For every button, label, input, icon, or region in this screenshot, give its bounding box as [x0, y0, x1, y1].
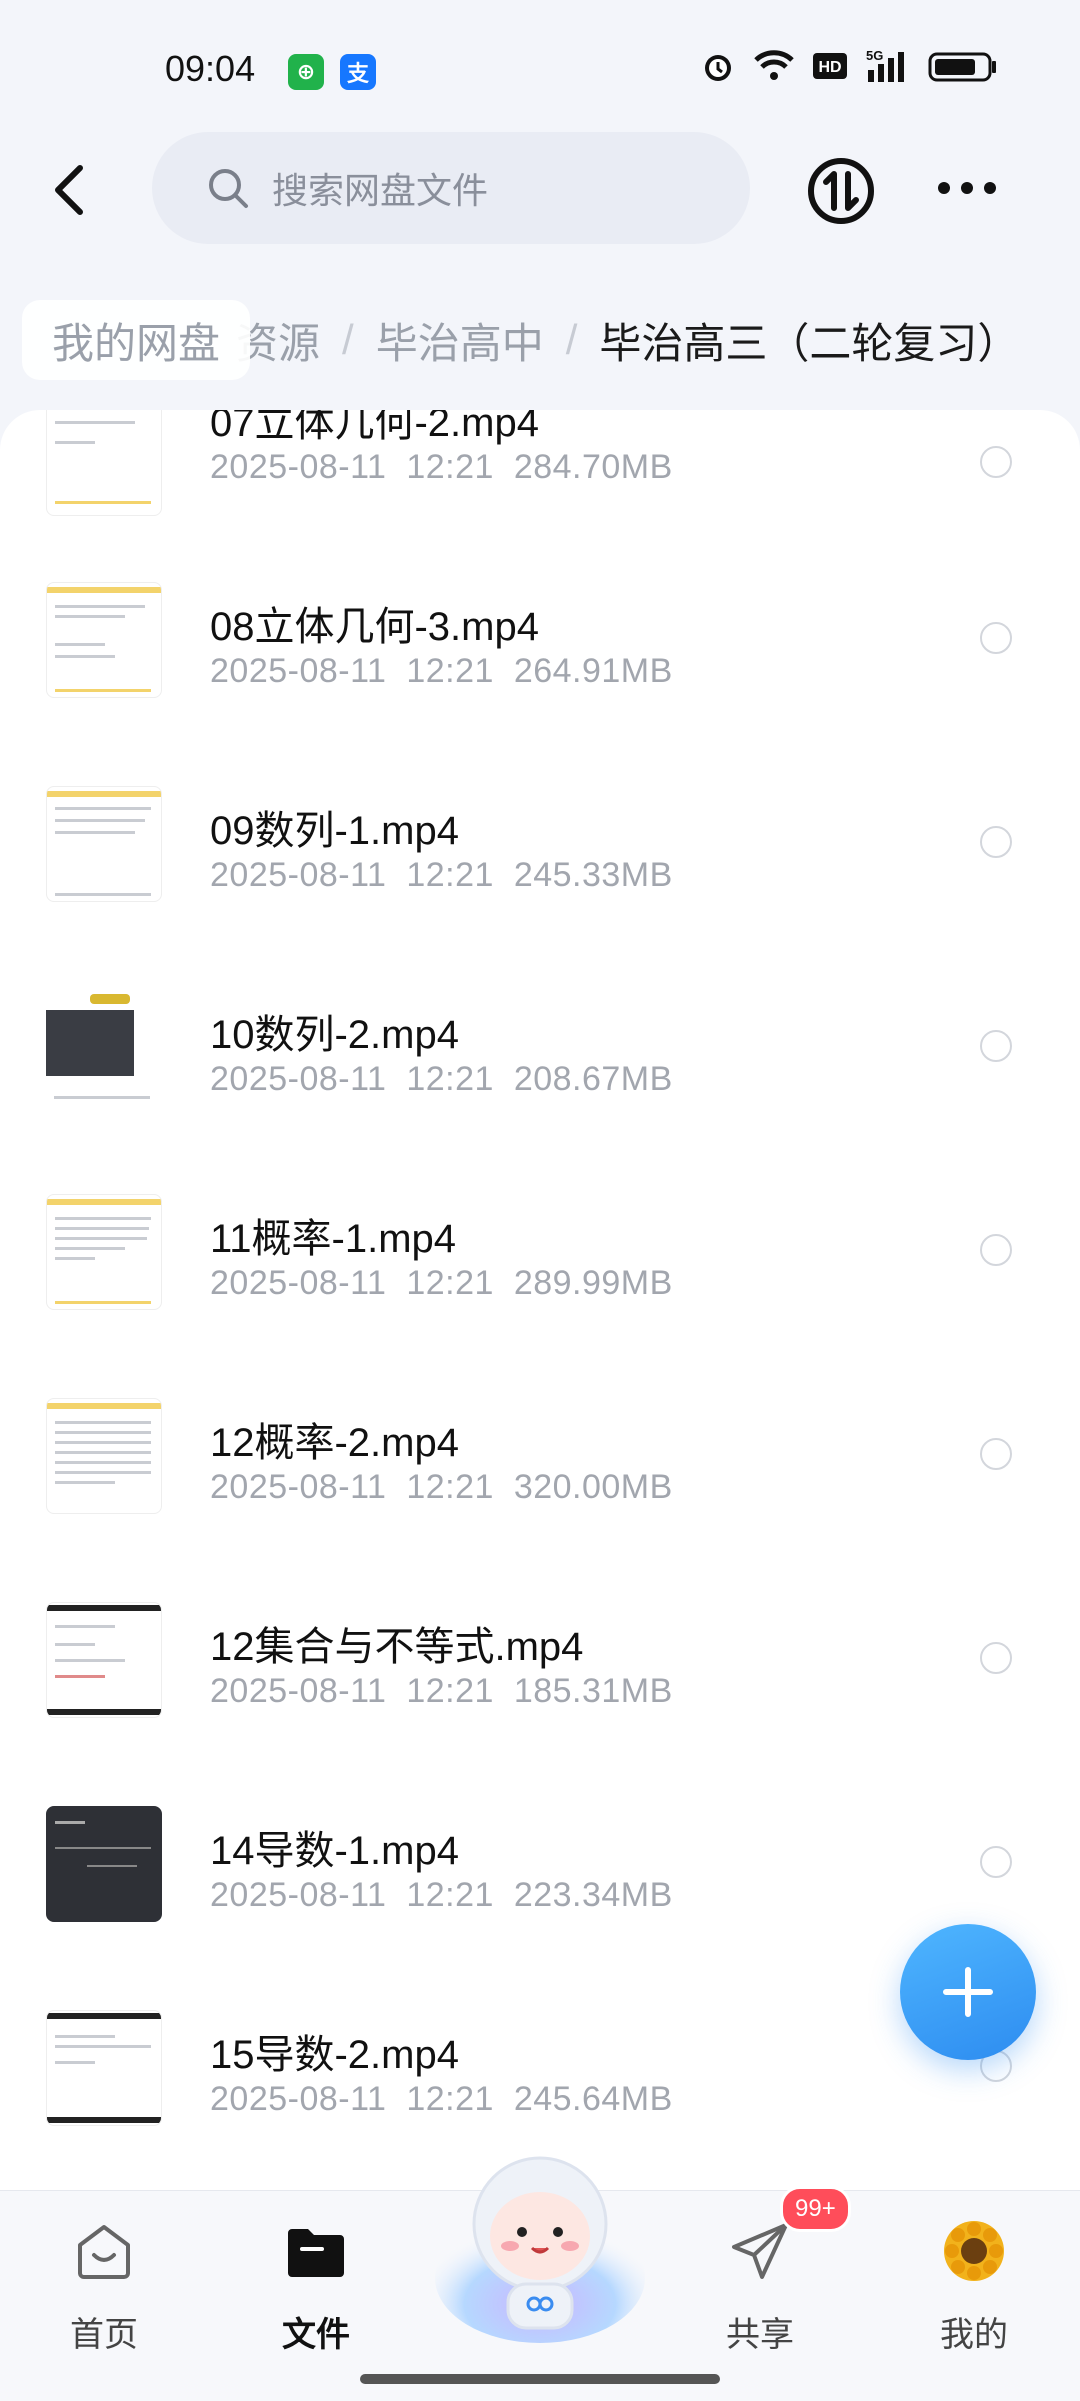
share-badge: 99+ [780, 2186, 851, 2232]
select-radio[interactable] [980, 1438, 1012, 1470]
file-meta: 2025-08-11 12:21 289.99MB [210, 1264, 673, 1302]
alipay-icon: 支 [340, 54, 376, 90]
breadcrumb-separator: / [342, 316, 354, 363]
file-name: 11概率-1.mp4 [210, 1217, 457, 1261]
status-time: 09:04 [165, 48, 256, 89]
search-bar[interactable]: 搜索网盘文件 [152, 132, 750, 244]
nav-files[interactable]: 文件 [246, 2211, 386, 2361]
list-item[interactable]: 08立体几何-3.mp4 2025-08-11 12:21 264.91MB [0, 554, 1080, 758]
mascot-icon[interactable] [430, 2128, 650, 2348]
file-meta: 2025-08-11 12:21 320.00MB [210, 1468, 673, 1506]
nav-home[interactable]: 首页 [34, 2211, 174, 2361]
svg-text:5G: 5G [866, 48, 883, 63]
nav-home-label: 首页 [70, 2316, 138, 2354]
breadcrumb-separator: / [565, 316, 578, 363]
wifi-icon [754, 50, 794, 80]
nav-share[interactable]: 共享 [690, 2211, 830, 2361]
nav-me-label: 我的 [940, 2316, 1008, 2354]
file-name: 12概率-2.mp4 [210, 1421, 459, 1465]
hd-icon: HD [813, 53, 847, 79]
select-radio[interactable] [980, 1642, 1012, 1674]
file-name: 07立体几何-2.mp4 [210, 410, 539, 445]
video-thumbnail [46, 1806, 162, 1922]
list-item[interactable]: 10数列-2.mp4 2025-08-11 12:21 208.67MB [0, 962, 1080, 1166]
sync-icon[interactable] [806, 156, 876, 226]
avatar [944, 2221, 1004, 2281]
status-bar: 09:04 ⊕ 支 HD 5G [0, 0, 1080, 140]
breadcrumb: 资源 / 毕治高中 / 毕治高三（二轮复习） [236, 300, 1019, 380]
file-meta: 2025-08-11 12:21 284.70MB [210, 448, 673, 486]
alarm-icon [705, 55, 731, 81]
select-radio[interactable] [980, 1234, 1012, 1266]
svg-text:HD: HD [818, 59, 841, 76]
nav-share-label: 共享 [726, 2316, 794, 2354]
video-thumbnail [46, 990, 160, 1104]
video-thumbnail [46, 1602, 162, 1718]
file-name: 12集合与不等式.mp4 [210, 1625, 584, 1669]
more-icon[interactable] [932, 168, 1002, 208]
file-name: 14导数-1.mp4 [210, 1829, 459, 1873]
file-meta: 2025-08-11 12:21 223.34MB [210, 1876, 673, 1914]
add-button[interactable] [900, 1924, 1036, 2060]
home-icon [78, 2225, 130, 2279]
list-item[interactable]: 07立体几何-2.mp4 2025-08-11 12:21 284.70MB [0, 410, 1080, 554]
select-radio[interactable] [980, 446, 1012, 478]
file-name: 10数列-2.mp4 [210, 1013, 459, 1057]
plus-icon [943, 1967, 993, 2017]
video-thumbnail [46, 1398, 162, 1514]
breadcrumb-item-root[interactable]: 我的网盘 [22, 300, 251, 380]
list-item[interactable]: 09数列-1.mp4 2025-08-11 12:21 245.33MB [0, 758, 1080, 962]
breadcrumb-item-school[interactable]: 毕治高中 [376, 310, 544, 371]
nav-files-label: 文件 [282, 2316, 350, 2354]
search-input[interactable]: 搜索网盘文件 [272, 162, 488, 214]
search-icon [209, 169, 248, 208]
video-thumbnail [46, 410, 162, 516]
nav-me[interactable]: 我的 [904, 2211, 1044, 2361]
video-thumbnail [46, 582, 162, 698]
select-radio[interactable] [980, 1846, 1012, 1878]
folder-icon [288, 2229, 344, 2277]
file-name: 08立体几何-3.mp4 [210, 605, 539, 649]
5g-signal-icon: 5G [866, 48, 904, 82]
list-item[interactable]: 12集合与不等式.mp4 2025-08-11 12:21 185.31MB [0, 1574, 1080, 1778]
back-icon[interactable] [40, 160, 100, 220]
video-thumbnail [46, 2010, 162, 2126]
share-icon [732, 2223, 788, 2279]
select-radio[interactable] [980, 1030, 1012, 1062]
file-meta: 2025-08-11 12:21 185.31MB [210, 1672, 673, 1710]
file-meta: 2025-08-11 12:21 264.91MB [210, 652, 673, 690]
file-name: 09数列-1.mp4 [210, 809, 459, 853]
file-name: 15导数-2.mp4 [210, 2033, 459, 2077]
breadcrumb-item-current: 毕治高三（二轮复习） [599, 319, 1020, 367]
file-meta: 2025-08-11 12:21 245.33MB [210, 856, 673, 894]
video-thumbnail [46, 1194, 162, 1310]
file-meta: 2025-08-11 12:21 245.64MB [210, 2080, 673, 2118]
select-radio[interactable] [980, 622, 1012, 654]
list-item[interactable]: 12概率-2.mp4 2025-08-11 12:21 320.00MB [0, 1370, 1080, 1574]
green-app-icon: ⊕ [288, 54, 324, 90]
video-thumbnail [46, 786, 162, 902]
file-meta: 2025-08-11 12:21 208.67MB [210, 1060, 673, 1098]
battery-icon [928, 52, 996, 82]
system-icons: HD 5G [700, 48, 998, 84]
home-indicator[interactable] [360, 2374, 720, 2384]
select-radio[interactable] [980, 826, 1012, 858]
file-list: 07立体几何-2.mp4 2025-08-11 12:21 284.70MB 0… [0, 410, 1080, 2190]
list-item[interactable]: 11概率-1.mp4 2025-08-11 12:21 289.99MB [0, 1166, 1080, 1370]
